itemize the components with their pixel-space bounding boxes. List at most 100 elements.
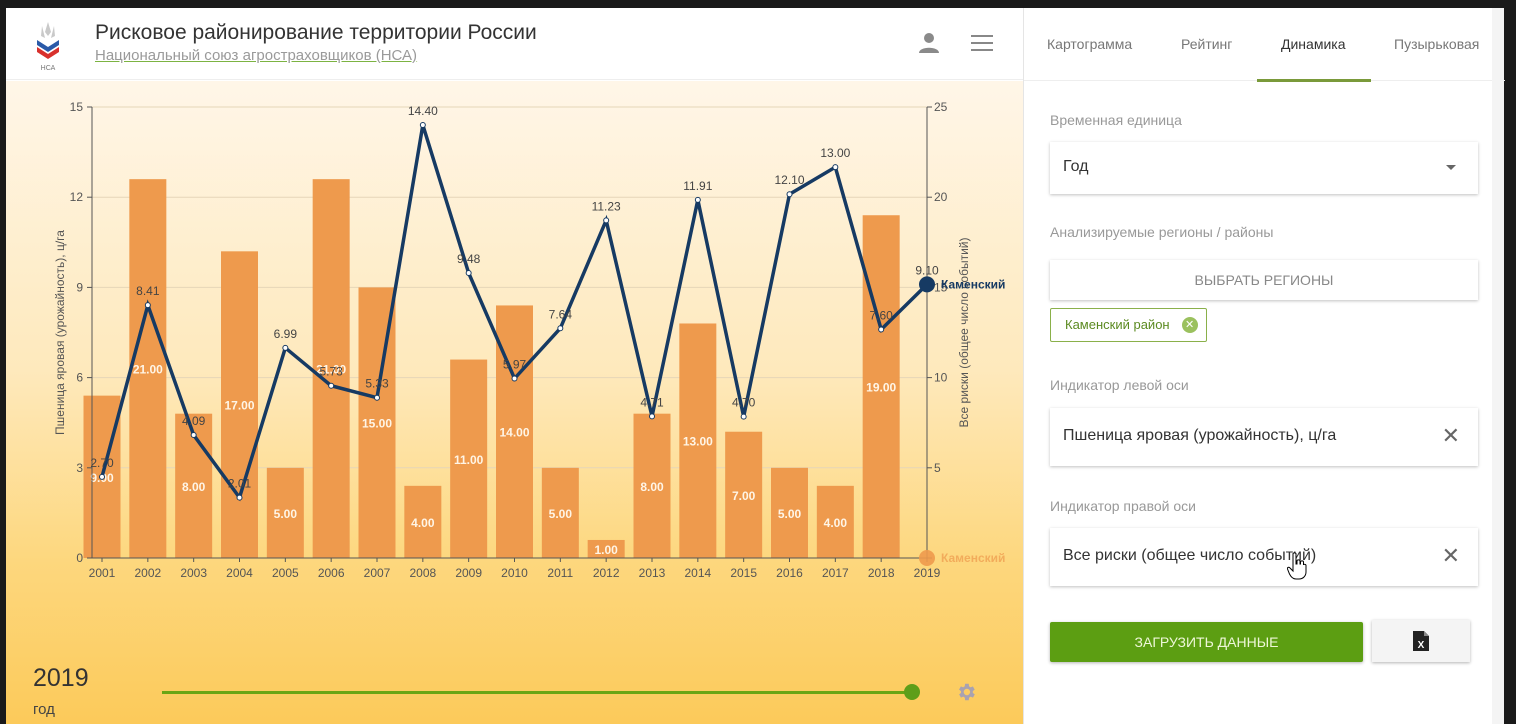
right-axis-label: Индикатор правой оси [1050,498,1196,514]
region-chip[interactable]: Каменский район ✕ [1050,308,1207,342]
tab-cartogram[interactable]: Картограмма [1047,36,1132,52]
x-tick-label: 2014 [684,566,711,580]
line-point-2019 [919,276,935,293]
x-tick-label: 2011 [547,566,573,580]
right-axis-value: Все риски (общее число событий) [1063,547,1317,564]
line-point-2007 [374,394,380,401]
line-point-2004 [236,494,243,501]
app-window: НСА Рисковое районирование территории Ро… [6,8,1505,724]
scrollbar[interactable] [1492,8,1504,724]
line-point-2005 [282,344,289,351]
line-label: 5.73 [319,365,343,379]
x-tick-label: 2002 [134,566,161,580]
left-axis-select[interactable]: Пшеница яровая (урожайность), ц/га ✕ [1050,408,1478,466]
export-excel-button[interactable]: X [1372,620,1470,662]
line-point-2006 [328,382,335,389]
clear-right-axis-icon[interactable]: ✕ [1442,543,1460,569]
line-label: 4.71 [640,395,664,409]
x-tick-label: 2017 [822,566,849,580]
bar-label: 1.00 [594,543,618,557]
right-tick-label: 25 [934,100,948,114]
bar-label: 8.00 [640,480,664,494]
x-tick-label: 2001 [89,566,116,580]
tab-dynamics[interactable]: Динамика [1281,36,1345,52]
x-tick-label: 2015 [730,566,757,580]
line-label: 4.70 [732,396,756,410]
header: НСА Рисковое районирование территории Ро… [6,8,1023,80]
line-label: 5.33 [365,377,389,391]
time-unit-value: Год [1063,158,1089,175]
x-tick-label: 2006 [318,566,345,580]
hamburger-menu-icon[interactable] [971,35,993,51]
line-point-2011 [557,325,564,332]
legend-bar-marker [919,550,935,566]
dropdown-arrow-icon [1446,165,1456,170]
timeline-year: 2019 [33,664,89,692]
x-tick-label: 2004 [226,566,253,580]
settings-panel: Картограмма Рейтинг Динамика Пузырьковая… [1023,8,1505,724]
line-label: 8.41 [136,284,160,298]
line-label: 13.00 [820,146,850,160]
nsa-logo[interactable]: НСА [32,20,64,72]
x-tick-label: 2008 [409,566,436,580]
line-label: 12.10 [774,173,804,187]
line-point-2001 [99,473,105,480]
left-tick-label: 15 [70,100,84,114]
timeline-slider-thumb[interactable] [904,684,920,700]
line-point-2016 [786,191,793,198]
legend-line-label: Каменский [941,277,1005,291]
line-label: 2.01 [228,477,252,491]
x-tick-label: 2016 [776,566,803,580]
bar-label: 13.00 [683,435,713,449]
left-tick-label: 0 [76,551,83,565]
legend-bar-label: Каменский [941,551,1005,565]
x-tick-label: 2013 [639,566,666,580]
right-axis-select[interactable]: Все риски (общее число событий) ✕ [1050,528,1478,586]
timeline-slider-track[interactable] [162,691,912,694]
user-icon[interactable] [918,32,940,54]
bar-label: 5.00 [549,507,573,521]
chart-area: 9.0021.008.0017.005.0021.0015.004.0011.0… [6,81,1023,724]
remove-chip-icon[interactable]: ✕ [1181,317,1198,333]
main-panel: НСА Рисковое районирование территории Ро… [6,8,1023,724]
timeline-unit: год [33,701,55,718]
bar-label: 15.00 [362,417,392,431]
tab-rating[interactable]: Рейтинг [1181,36,1232,52]
svg-text:X: X [1418,640,1425,651]
clear-left-axis-icon[interactable]: ✕ [1442,423,1460,449]
left-tick-label: 6 [76,371,83,385]
tab-bubble[interactable]: Пузырьковая [1394,36,1479,52]
line-point-2014 [694,196,701,203]
line-point-2009 [465,269,472,276]
time-unit-select[interactable]: Год [1050,142,1478,194]
line-point-2012 [603,217,610,224]
x-tick-label: 2019 [914,566,941,580]
x-tick-label: 2005 [272,566,299,580]
left-axis-label: Индикатор левой оси [1050,377,1189,393]
bar-label: 21.00 [133,363,163,377]
left-tick-label: 12 [70,190,84,204]
bar-label: 4.00 [824,516,848,530]
line-label: 6.99 [274,327,298,341]
x-tick-label: 2009 [455,566,482,580]
load-data-button[interactable]: ЗАГРУЗИТЬ ДАННЫЕ [1050,622,1363,662]
line-label: 11.23 [592,199,621,213]
bar-label: 5.00 [778,507,802,521]
organization-link[interactable]: Национальный союз агростраховщиков (НСА) [95,47,417,64]
gear-icon[interactable] [955,681,977,703]
bar-label: 11.00 [454,453,484,467]
region-chip-label: Каменский район [1065,317,1170,332]
line-label: 14.40 [408,104,438,118]
logo-text: НСА [41,65,56,72]
select-regions-button[interactable]: ВЫБРАТЬ РЕГИОНЫ [1050,260,1478,300]
hand-cursor-icon [1286,552,1307,580]
left-tick-label: 9 [76,280,83,294]
line-point-2013 [649,413,655,420]
line-point-2018 [878,326,885,333]
bar-label: 19.00 [866,381,896,395]
line-label: 7.60 [869,308,893,322]
line-point-2002 [144,302,151,309]
line-label: 9.10 [915,263,939,277]
excel-file-icon: X [1413,631,1429,651]
right-tick-label: 5 [934,461,941,475]
